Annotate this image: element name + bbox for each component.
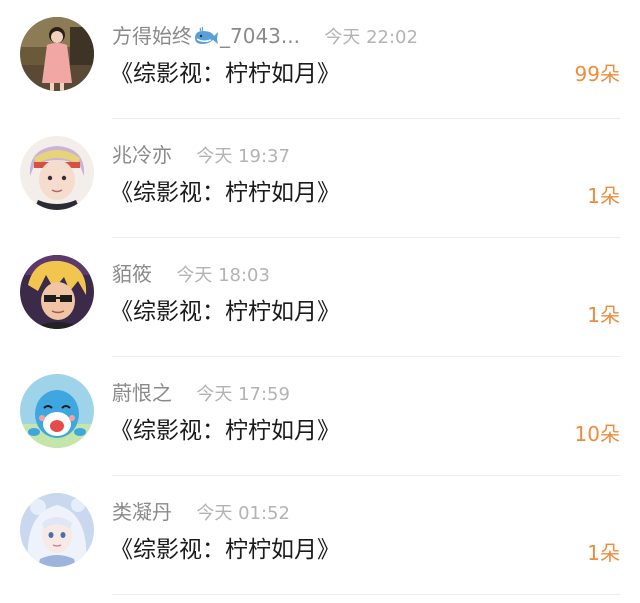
- book-title[interactable]: 《综影视：柠柠如月》: [110, 177, 340, 209]
- avatar[interactable]: [20, 136, 94, 210]
- username[interactable]: 蔚恨之: [112, 381, 172, 405]
- book-title[interactable]: 《综影视：柠柠如月》: [110, 534, 340, 566]
- timestamp: 今天 01:52: [196, 503, 290, 524]
- book-title[interactable]: 《综影视：柠柠如月》: [110, 58, 340, 90]
- flower-count: 10朵: [574, 422, 620, 446]
- flower-count: 99朵: [574, 62, 620, 86]
- item-meta: 蔚恨之 今天 17:59: [112, 379, 290, 407]
- flower-count: 1朵: [587, 184, 620, 208]
- whale-emoji-icon: [193, 27, 219, 45]
- timestamp: 今天 22:02: [324, 27, 418, 48]
- blue-cartoon-avatar: [20, 374, 94, 448]
- white-hair-anime-avatar: [20, 493, 94, 567]
- book-title[interactable]: 《综影视：柠柠如月》: [110, 415, 340, 447]
- divider: [112, 594, 620, 595]
- list-item[interactable]: 蔚恨之 今天 17:59 《综影视：柠柠如月》 10朵: [0, 357, 640, 476]
- blonde-character-avatar: [20, 255, 94, 329]
- timestamp: 今天 19:37: [196, 146, 290, 167]
- list-item[interactable]: 兆冷亦 今天 19:37 《综影视：柠柠如月》 1朵: [0, 119, 640, 238]
- username[interactable]: 兆冷亦: [112, 143, 172, 167]
- list-item[interactable]: 方得始终 _7043... 今天 22:02 《综影视：柠柠如月》 99朵: [0, 0, 640, 119]
- flower-count: 1朵: [587, 541, 620, 565]
- girl-in-pink-dress-avatar: [20, 17, 94, 91]
- timestamp: 今天 17:59: [196, 384, 290, 405]
- avatar[interactable]: [20, 255, 94, 329]
- item-meta: 貊筱 今天 18:03: [112, 260, 270, 288]
- item-meta: 方得始终 _7043... 今天 22:02: [112, 22, 418, 50]
- gift-record-list: 方得始终 _7043... 今天 22:02 《综影视：柠柠如月》 99朵 兆冷亦…: [0, 0, 640, 603]
- avatar[interactable]: [20, 17, 94, 91]
- timestamp: 今天 18:03: [176, 265, 270, 286]
- username[interactable]: 方得始终: [112, 24, 192, 48]
- list-item[interactable]: 类凝丹 今天 01:52 《综影视：柠柠如月》 1朵: [0, 476, 640, 595]
- username[interactable]: 类凝丹: [112, 500, 172, 524]
- item-meta: 兆冷亦 今天 19:37: [112, 141, 290, 169]
- item-meta: 类凝丹 今天 01:52: [112, 498, 290, 526]
- anime-boy-avatar: [20, 136, 94, 210]
- avatar[interactable]: [20, 374, 94, 448]
- book-title[interactable]: 《综影视：柠柠如月》: [110, 296, 340, 328]
- list-item[interactable]: 貊筱 今天 18:03 《综影视：柠柠如月》 1朵: [0, 238, 640, 357]
- username[interactable]: 貊筱: [112, 262, 152, 286]
- avatar[interactable]: [20, 493, 94, 567]
- flower-count: 1朵: [587, 303, 620, 327]
- username-suffix[interactable]: _7043...: [220, 24, 300, 48]
